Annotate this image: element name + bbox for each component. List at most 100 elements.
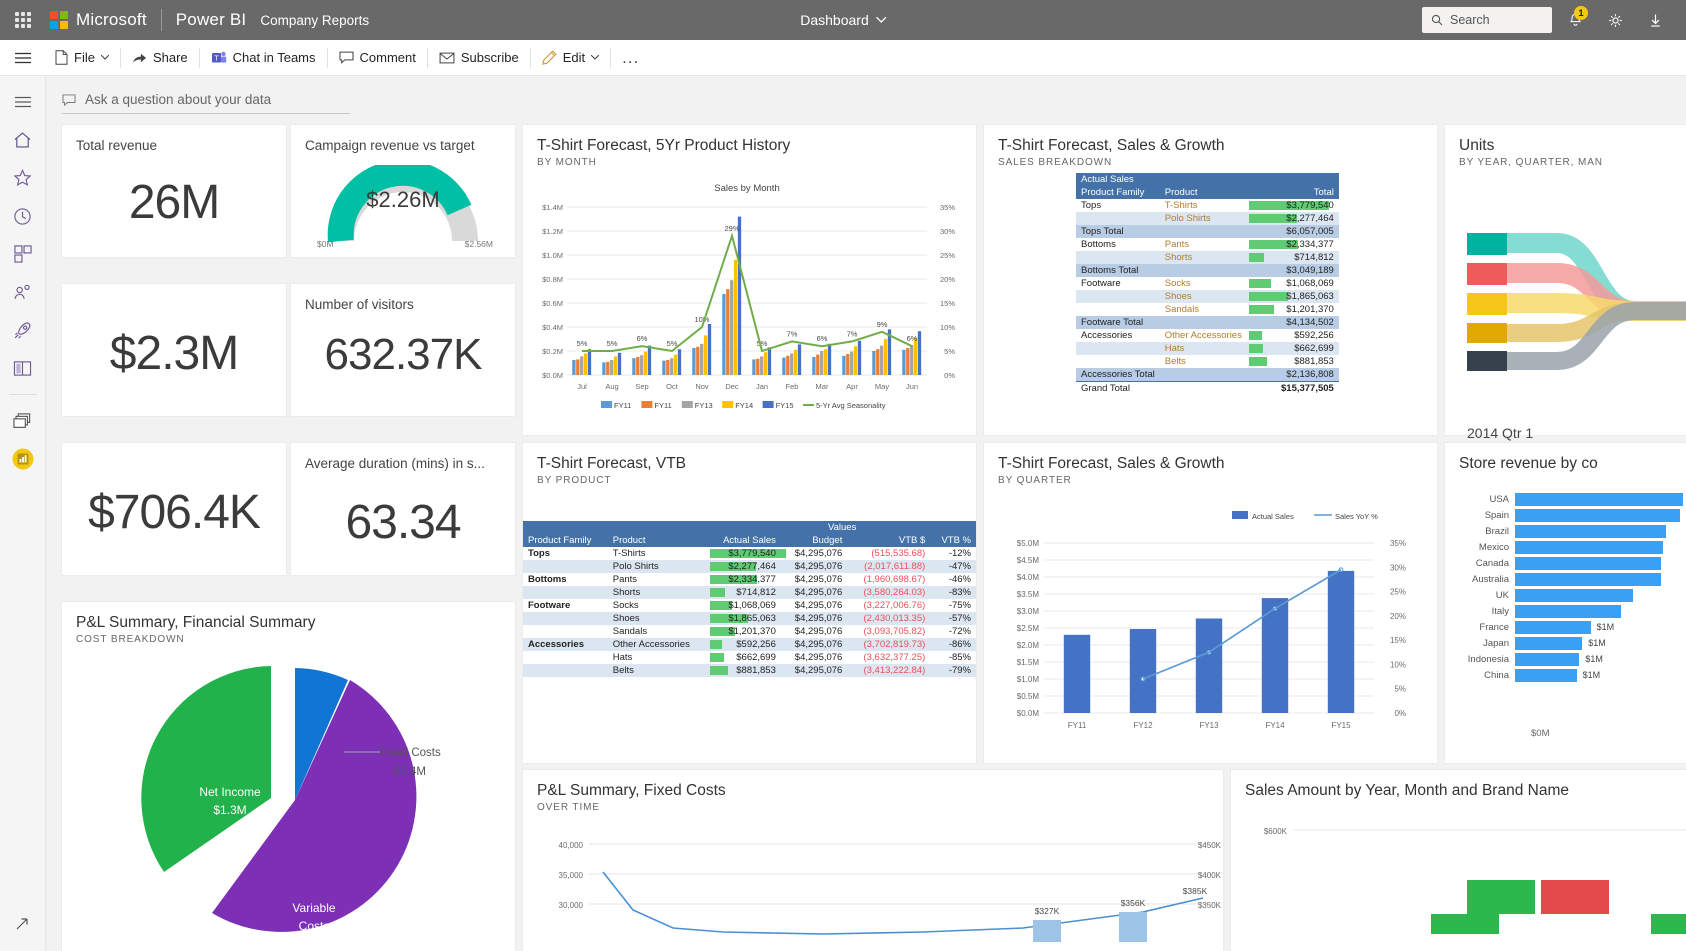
chat-in-teams-button[interactable]: T Chat in Teams xyxy=(202,40,325,76)
list-item[interactable]: Brazil xyxy=(1451,523,1686,539)
search-input[interactable]: Search xyxy=(1422,7,1552,33)
cell-total-value: $2,334,377 xyxy=(1286,239,1334,250)
table-row[interactable]: BottomsPants$2,334,377 xyxy=(1076,238,1339,251)
tile-revenue-23m[interactable]: $2.3M xyxy=(62,284,286,416)
share-label: Share xyxy=(153,50,188,65)
y2-tick-4: 20% xyxy=(940,275,955,284)
y-tick-0: $0.0M xyxy=(1017,709,1040,718)
bar-May-FY13 xyxy=(880,346,883,375)
nav-toggle-button[interactable] xyxy=(0,40,46,76)
table-row[interactable]: Shorts$714,812 xyxy=(1076,251,1339,264)
svg-text:FY15: FY15 xyxy=(776,401,794,410)
settings-button[interactable] xyxy=(1598,3,1632,37)
list-item[interactable]: France$1M xyxy=(1451,619,1686,635)
file-menu-button[interactable]: File xyxy=(46,40,118,76)
tile-campaign-revenue-gauge[interactable]: Campaign revenue vs target $2.26M $0M $2… xyxy=(291,125,515,257)
table-row[interactable]: Bottoms Total$3,049,189 xyxy=(1076,264,1339,277)
sidebar-item-favorites[interactable] xyxy=(0,160,46,196)
tile-sales-by-month[interactable]: T-Shirt Forecast, 5Yr Product History BY… xyxy=(523,125,976,435)
more-options-button[interactable]: ... xyxy=(613,40,648,76)
comment-button[interactable]: Comment xyxy=(330,40,425,76)
table-row[interactable]: Polo Shirts$2,277,464 xyxy=(1076,212,1339,225)
table-row[interactable]: AccessoriesOther Accessories$592,256 xyxy=(1076,329,1339,342)
list-item[interactable]: Indonesia$1M xyxy=(1451,651,1686,667)
sidebar-item-current-dashboard[interactable] xyxy=(0,441,46,477)
table-row[interactable]: Hats$662,699 xyxy=(1076,342,1339,355)
x-tick-FY13: FY13 xyxy=(1199,721,1219,730)
list-item[interactable]: UK xyxy=(1451,587,1686,603)
download-button[interactable] xyxy=(1638,3,1672,37)
dashboard-selector[interactable]: Dashboard xyxy=(800,12,886,28)
list-item[interactable]: Japan$1M xyxy=(1451,635,1686,651)
table-row[interactable]: Grand Total$15,377,505 xyxy=(1076,382,1339,396)
bar-value-label: $1M xyxy=(1597,622,1615,632)
table-row[interactable]: FootwareSocks$1,068,069$4,295,076(3,227,… xyxy=(523,599,976,612)
sidebar-item-home[interactable] xyxy=(0,122,46,158)
table-row[interactable]: Tops Total$6,057,005 xyxy=(1076,225,1339,238)
bar-fill xyxy=(1515,573,1661,586)
table-row[interactable]: AccessoriesOther Accessories$592,256$4,2… xyxy=(523,638,976,651)
table-row[interactable]: TopsT-Shirts$3,779,540 xyxy=(1076,199,1339,212)
tile-number-of-visitors[interactable]: Number of visitors 632.37K xyxy=(291,284,515,416)
tile-pl-financial-summary[interactable]: P&L Summary, Financial Summary COST BREA… xyxy=(62,602,515,951)
app-launcher-icon[interactable] xyxy=(0,0,46,40)
sidebar-item-shared-with-me[interactable] xyxy=(0,274,46,310)
table-row[interactable]: Shoes$1,865,063$4,295,076(2,430,013.35)-… xyxy=(523,612,976,625)
notifications-button[interactable]: 1 xyxy=(1558,3,1592,37)
data-bar xyxy=(1249,331,1262,340)
table-row[interactable]: Accessories Total$2,136,808 xyxy=(1076,368,1339,382)
qna-search-input[interactable]: Ask a question about your data xyxy=(62,86,350,114)
nav-divider xyxy=(9,394,37,395)
cell-actual-sales-value: $1,201,370 xyxy=(728,626,776,637)
table-row[interactable]: Belts$881,853 xyxy=(1076,355,1339,368)
table-row[interactable]: Shoes$1,865,063 xyxy=(1076,290,1339,303)
table-row[interactable]: Footware Total$4,134,502 xyxy=(1076,316,1339,329)
tile-vtb-matrix[interactable]: T-Shirt Forecast, VTB BY PRODUCT ValuesP… xyxy=(523,443,976,763)
table-row[interactable]: Hats$662,699$4,295,076(3,632,377.25)-85% xyxy=(523,651,976,664)
sidebar-item-learn[interactable] xyxy=(0,350,46,386)
sales-by-month-chart: Sales by Month$0.0M$0.2M$0.4M$0.6M$0.8M$… xyxy=(523,177,976,427)
list-item[interactable]: Canada xyxy=(1451,555,1686,571)
bar-Oct-FY15 xyxy=(678,349,681,375)
tile-total-revenue[interactable]: Total revenue 26M xyxy=(62,125,286,257)
tile-pl-fixed-costs[interactable]: P&L Summary, Fixed Costs OVER TIME 40,00… xyxy=(523,770,1223,951)
tile-sales-breakdown[interactable]: T-Shirt Forecast, Sales & Growth SALES B… xyxy=(984,125,1437,435)
share-button[interactable]: Share xyxy=(123,40,197,76)
svg-text:T: T xyxy=(214,54,219,63)
subscribe-button[interactable]: Subscribe xyxy=(430,40,528,76)
nav-hamburger-button[interactable] xyxy=(0,84,46,120)
sidebar-item-workspaces[interactable] xyxy=(0,403,46,439)
tile-units-sankey[interactable]: Units BY YEAR, QUARTER, MAN 2014 Qtr 1 xyxy=(1445,125,1686,435)
list-item[interactable]: China$1M xyxy=(1451,667,1686,683)
table-row[interactable]: BottomsPants$2,334,377$4,295,076(1,960,6… xyxy=(523,573,976,586)
table-row[interactable]: Belts$881,853$4,295,076(3,413,222.84)-79… xyxy=(523,664,976,677)
list-item[interactable]: Spain xyxy=(1451,507,1686,523)
legend-swatch-actual-sales xyxy=(1232,511,1248,519)
list-item[interactable]: Italy xyxy=(1451,603,1686,619)
tile-store-revenue[interactable]: Store revenue by co USASpainBrazilMexico… xyxy=(1445,443,1686,763)
tile-average-duration[interactable]: Average duration (mins) in s... 63.34 xyxy=(291,443,515,575)
list-item[interactable]: Australia xyxy=(1451,571,1686,587)
list-item[interactable]: Mexico xyxy=(1451,539,1686,555)
tile-sales-growth-quarter[interactable]: T-Shirt Forecast, Sales & Growth BY QUAR… xyxy=(984,443,1437,763)
cell-product: Hats xyxy=(608,651,709,664)
table-row[interactable]: Shorts$714,812$4,295,076(3,580,264.03)-8… xyxy=(523,586,976,599)
line-label-May: 9% xyxy=(877,320,888,329)
tile-sales-amount-heatmap[interactable]: Sales Amount by Year, Month and Brand Na… xyxy=(1231,770,1686,951)
sidebar-item-recent[interactable] xyxy=(0,198,46,234)
table-row[interactable]: Sandals$1,201,370$4,295,076(3,093,705.82… xyxy=(523,625,976,638)
sidebar-item-deployment-pipelines[interactable] xyxy=(0,312,46,348)
table-row[interactable]: Sandals$1,201,370 xyxy=(1076,303,1339,316)
workspace-name[interactable]: Company Reports xyxy=(260,13,369,28)
sidebar-item-apps[interactable] xyxy=(0,236,46,272)
cell-total-value: $6,057,005 xyxy=(1286,226,1334,237)
tile-revenue-7064k[interactable]: $706.4K xyxy=(62,443,286,575)
table-row[interactable]: FootwareSocks$1,068,069 xyxy=(1076,277,1339,290)
powerbi-product-name[interactable]: Power BI xyxy=(176,10,247,30)
edit-button[interactable]: Edit xyxy=(533,40,608,76)
list-item[interactable]: USA xyxy=(1451,491,1686,507)
expand-nav-button[interactable] xyxy=(0,905,46,941)
table-row[interactable]: Polo Shirts$2,277,464$4,295,076(2,017,61… xyxy=(523,560,976,573)
tile-title: T-Shirt Forecast, VTB xyxy=(537,455,976,473)
table-row[interactable]: TopsT-Shirts$3,779,540$4,295,076(515,535… xyxy=(523,547,976,560)
